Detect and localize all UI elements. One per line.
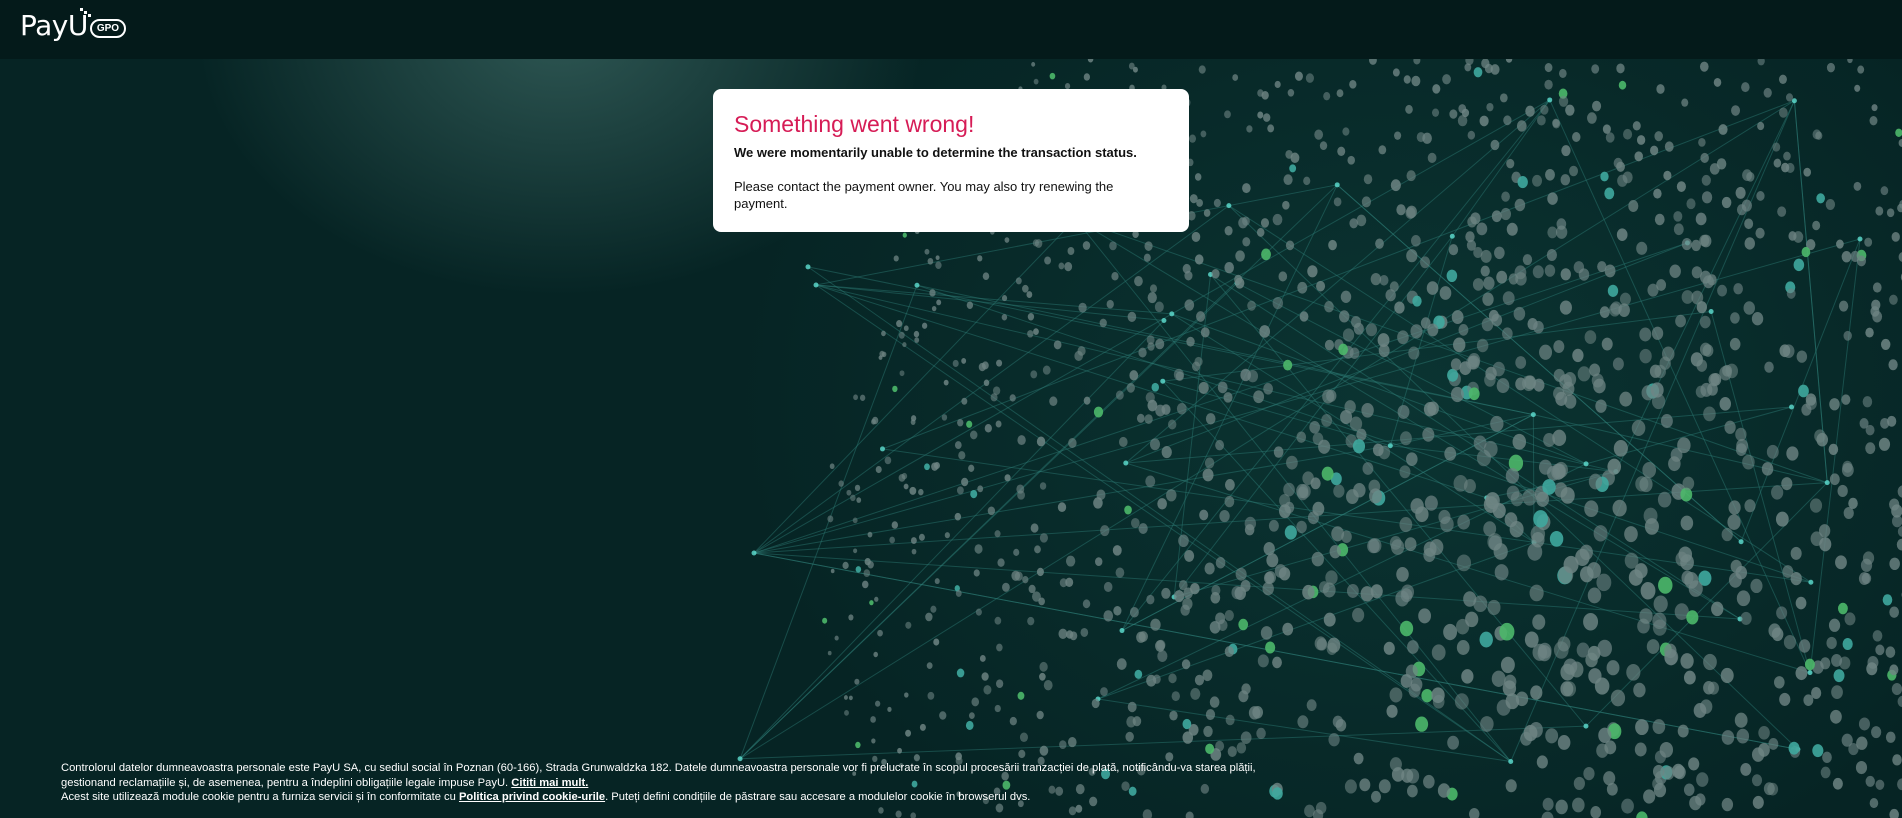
privacy-notice-text: Controlorul datelor dumneavoastra person…	[61, 762, 1256, 789]
error-card: Something went wrong! We were momentaril…	[713, 89, 1189, 232]
error-subtitle: We were momentarily unable to determine …	[734, 145, 1137, 160]
read-more-link[interactable]: Cititi mai mult.	[511, 777, 588, 789]
privacy-footer: Controlorul datelor dumneavoastra person…	[61, 761, 1301, 805]
error-title: Something went wrong!	[734, 111, 975, 137]
top-bar: PayU GPO	[0, 0, 1902, 59]
logo-pixel-icon	[80, 8, 91, 18]
cookie-notice-suffix: . Puteți defini condițiile de păstrare s…	[605, 791, 1031, 803]
cookie-notice-prefix: Acest site utilizează module cookie pent…	[61, 791, 456, 803]
cookie-notice: Acest site utilizează module cookie pent…	[61, 790, 1301, 805]
error-message: Please contact the payment owner. You ma…	[734, 179, 1114, 211]
payu-logo[interactable]: PayU GPO	[20, 8, 127, 42]
page: PayU GPO Something went wrong! We were m…	[0, 0, 1902, 818]
cookie-policy-link[interactable]: Politica privind cookie-urile	[459, 791, 605, 803]
privacy-notice: Controlorul datelor dumneavoastra person…	[61, 761, 1301, 790]
logo-badge: GPO	[89, 19, 127, 38]
